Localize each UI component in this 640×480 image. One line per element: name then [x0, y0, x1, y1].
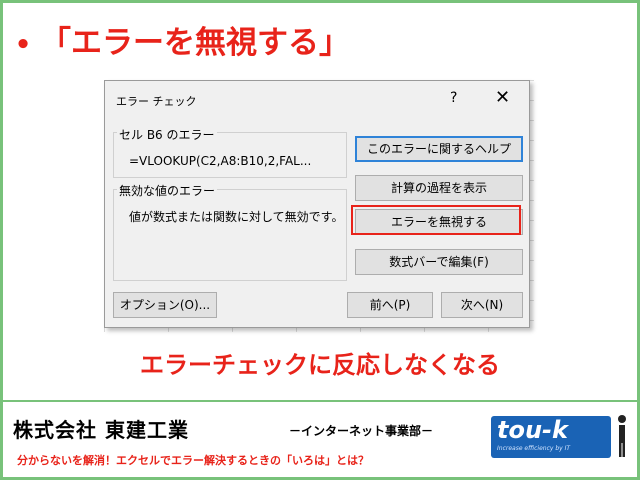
- formula-text: =VLOOKUP(C2,A8:B10,2,FAL...: [129, 154, 312, 168]
- dialog-title: エラー チェック: [116, 95, 197, 108]
- help-icon[interactable]: ?: [450, 90, 457, 106]
- error-type-label: 無効な値のエラー: [117, 182, 218, 199]
- footer: 株式会社 東建工業 －インターネット事業部－ 分からないを解消！エクセルでエラー…: [3, 400, 637, 476]
- slide-title-text: 「エラーを無視する」: [40, 25, 350, 61]
- close-icon[interactable]: ✕: [495, 87, 510, 108]
- prev-button[interactable]: 前へ(P): [347, 292, 433, 318]
- calc-steps-button[interactable]: 計算の過程を表示: [355, 175, 523, 201]
- company-name: 株式会社 東建工業: [13, 418, 189, 442]
- edit-formula-bar-button[interactable]: 数式バーで編集(F): [355, 249, 523, 275]
- division-name: －インターネット事業部－: [289, 424, 434, 438]
- next-button[interactable]: 次へ(N): [441, 292, 523, 318]
- error-type-group: [113, 189, 347, 281]
- cell-error-label: セル B6 のエラー: [117, 126, 217, 143]
- error-check-dialog: エラー チェック ? ✕ セル B6 のエラー =VLOOKUP(C2,A8:B…: [104, 80, 530, 328]
- caption: エラーチェックに反応しなくなる: [140, 351, 500, 379]
- options-button[interactable]: オプション(O)...: [113, 292, 217, 318]
- person-icon: [618, 415, 626, 457]
- slide-title: • 「エラーを無視する」: [6, 18, 606, 68]
- help-button[interactable]: このエラーに関するヘルプ: [355, 136, 523, 162]
- bullet: •: [14, 30, 32, 60]
- tou-k-logo: tou-k Increase efficiency by IT: [491, 416, 611, 458]
- tagline: 分からないを解消！エクセルでエラー解決するときの「いろは」とは？: [17, 454, 369, 467]
- logo-subtext: Increase efficiency by IT: [497, 445, 571, 452]
- ignore-button-highlight: [351, 205, 521, 235]
- error-description: 値が数式または関数に対して無効です。: [129, 210, 344, 224]
- logo-text: tou-k: [497, 416, 568, 444]
